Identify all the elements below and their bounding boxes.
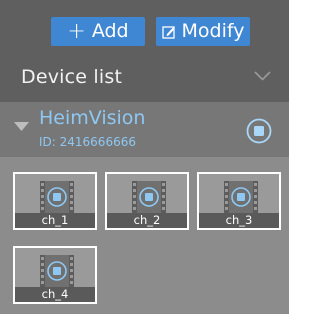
toolbar: + Add Modify bbox=[0, 0, 289, 52]
video-channel-icon bbox=[132, 181, 166, 213]
channel-tile-ch-4[interactable]: ch_4 bbox=[13, 246, 97, 304]
device-list-title: Device list bbox=[21, 66, 123, 88]
stop-icon[interactable] bbox=[246, 118, 272, 144]
add-button[interactable]: + Add bbox=[51, 17, 145, 46]
channel-tile-ch-1[interactable]: ch_1 bbox=[13, 172, 97, 230]
modify-button-label: Modify bbox=[181, 20, 245, 42]
edit-icon bbox=[161, 25, 175, 39]
device-panel: + Add Modify Device list HeimVision ID: … bbox=[0, 0, 289, 314]
channel-label: ch_4 bbox=[41, 287, 69, 301]
channel-label: ch_2 bbox=[133, 213, 161, 227]
modify-button[interactable]: Modify bbox=[156, 17, 250, 46]
chevron-down-icon[interactable] bbox=[254, 71, 271, 81]
video-channel-icon bbox=[40, 181, 74, 213]
video-channel-icon bbox=[224, 181, 258, 213]
plus-icon: + bbox=[67, 18, 86, 44]
device-id: ID: 2416666666 bbox=[39, 135, 136, 149]
add-button-label: Add bbox=[91, 20, 129, 42]
channel-tile-ch-2[interactable]: ch_2 bbox=[105, 172, 189, 230]
device-name: HeimVision bbox=[39, 107, 146, 129]
channel-label: ch_1 bbox=[41, 213, 69, 227]
caret-down-icon[interactable] bbox=[14, 122, 29, 131]
channel-label: ch_3 bbox=[225, 213, 253, 227]
video-channel-icon bbox=[40, 255, 74, 287]
device-list-header[interactable]: Device list bbox=[0, 52, 289, 102]
channel-tile-ch-3[interactable]: ch_3 bbox=[197, 172, 281, 230]
